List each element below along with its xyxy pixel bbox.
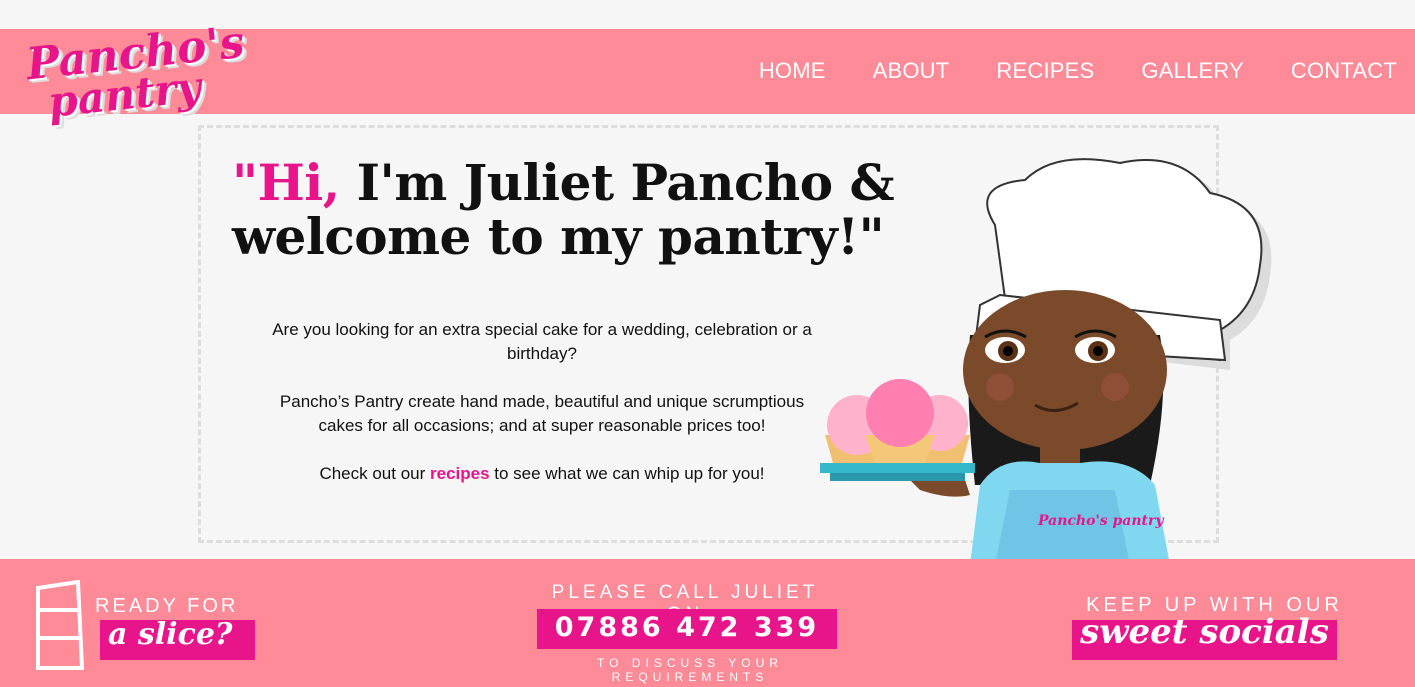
- slice-label: a slice?: [108, 617, 233, 652]
- para3-before: Check out our: [319, 464, 430, 483]
- site-logo[interactable]: Pancho's pantry: [20, 8, 247, 138]
- nav-home[interactable]: HOME: [759, 58, 826, 84]
- nav-gallery[interactable]: GALLERY: [1141, 58, 1244, 84]
- para3-after: to see what we can whip up for you!: [489, 464, 765, 483]
- socials-label[interactable]: sweet socials: [1072, 612, 1337, 652]
- nav-recipes[interactable]: RECIPES: [996, 58, 1094, 84]
- quote-mark: ": [232, 153, 258, 212]
- main-nav: HOME ABOUT RECIPES GALLERY CONTACT: [759, 58, 1397, 84]
- headline-hi: Hi,: [257, 153, 341, 212]
- intro-copy: Are you looking for an extra special cak…: [262, 318, 822, 510]
- intro-paragraph-1: Are you looking for an extra special cak…: [272, 320, 812, 363]
- recipes-link[interactable]: recipes: [430, 464, 490, 483]
- nav-about[interactable]: ABOUT: [873, 58, 950, 84]
- chef-illustration: Pancho's pantry: [820, 158, 1272, 565]
- ready-label: READY FOR: [95, 595, 239, 617]
- cake-slice-icon: [36, 580, 85, 670]
- intro-paragraph-2: Pancho’s Pantry create hand made, beauti…: [279, 392, 805, 435]
- nav-contact[interactable]: CONTACT: [1291, 58, 1397, 84]
- phone-number[interactable]: 07886 472 339: [537, 612, 837, 643]
- headline-line2: welcome to my pantry!": [232, 207, 885, 266]
- apron-logo: Pancho's pantry: [1037, 513, 1164, 529]
- intro-paragraph-3: Check out our recipes to see what we can…: [262, 462, 822, 486]
- discuss-label: TO DISCUSS YOUR REQUIREMENTS: [597, 656, 783, 684]
